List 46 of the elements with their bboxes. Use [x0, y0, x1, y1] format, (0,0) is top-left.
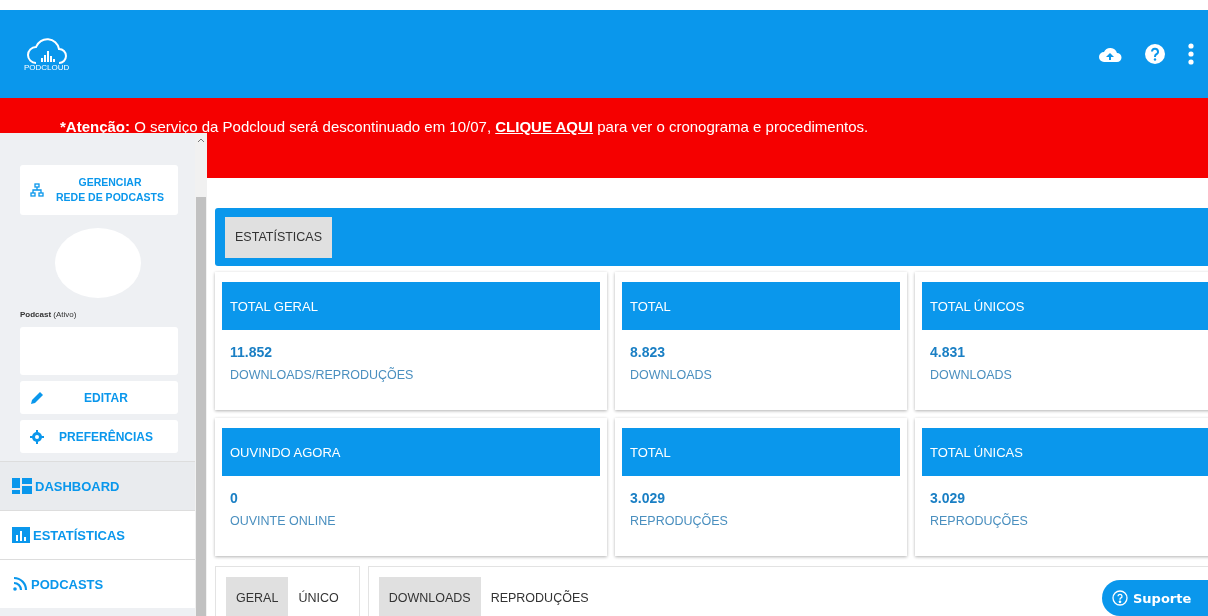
- preferences-button[interactable]: PREFERÊNCIAS: [20, 420, 178, 453]
- nav-item[interactable]: PODCASTS: [0, 559, 195, 608]
- nav-item[interactable]: ESTATÍSTICAS: [0, 510, 195, 559]
- bar-chart-icon: [12, 527, 30, 543]
- stat-caption: REPRODUÇÕES: [930, 514, 1029, 528]
- toggle-button[interactable]: REPRODUÇÕES: [480, 577, 599, 616]
- more-icon[interactable]: [1188, 43, 1194, 65]
- toggle-button[interactable]: GERAL: [226, 577, 289, 616]
- notice-link[interactable]: CLIQUE AQUI: [495, 118, 594, 135]
- rss-icon: [12, 576, 28, 592]
- nav-item[interactable]: DASHBOARD: [0, 461, 195, 510]
- podcast-label: Podcast (Ativo): [20, 310, 78, 319]
- stat-value: 0: [230, 490, 239, 506]
- card-title: TOTAL ÚNICAS: [922, 428, 1208, 476]
- card-title: OUVINDO AGORA: [222, 428, 600, 476]
- gear-icon: [30, 429, 44, 444]
- scrollbar-thumb[interactable]: [196, 197, 206, 616]
- help-icon: [1112, 590, 1128, 606]
- stat-caption: OUVINTE ONLINE: [230, 514, 337, 528]
- dashboard-icon: [12, 478, 32, 494]
- podcloud-logo: PODCLOUD: [24, 36, 70, 72]
- notice-text: *Atenção: O serviço da Podcloud será descontinuado em 10/07, CLIQUE AQUI para ver o cronograma e procedimentos.: [60, 118, 870, 135]
- stat-value: 11.852: [230, 344, 274, 360]
- card-title: TOTAL: [622, 282, 900, 330]
- card-title: TOTAL ÚNICOS: [922, 282, 1208, 330]
- card-title: TOTAL GERAL: [222, 282, 600, 330]
- stat-caption: DOWNLOADS/REPRODUÇÕES: [230, 368, 415, 382]
- stat-value: 8.823: [630, 344, 667, 360]
- stat-caption: REPRODUÇÕES: [630, 514, 729, 528]
- toggle-button[interactable]: DOWNLOADS: [378, 577, 481, 616]
- manage-network-button[interactable]: GERENCIAR REDE DE PODCASTS: [20, 165, 178, 215]
- pencil-icon: [30, 390, 44, 405]
- toggle-button[interactable]: ÚNICO: [288, 577, 349, 616]
- stat-value: 3.029: [630, 490, 667, 506]
- support-button[interactable]: Suporte: [1102, 580, 1208, 616]
- stat-value: 4.831: [930, 344, 967, 360]
- stat-caption: DOWNLOADS: [630, 368, 713, 382]
- scroll-up-icon[interactable]: [197, 137, 205, 143]
- card-title: TOTAL: [622, 428, 900, 476]
- tab[interactable]: ESTATÍSTICAS: [225, 216, 333, 258]
- help-icon[interactable]: [1144, 43, 1166, 65]
- stat-value: 3.029: [930, 490, 967, 506]
- cloud-upload-icon[interactable]: [1098, 45, 1122, 63]
- edit-button[interactable]: EDITAR: [20, 381, 178, 414]
- network-icon: [30, 183, 44, 197]
- stat-caption: DOWNLOADS: [930, 368, 1013, 382]
